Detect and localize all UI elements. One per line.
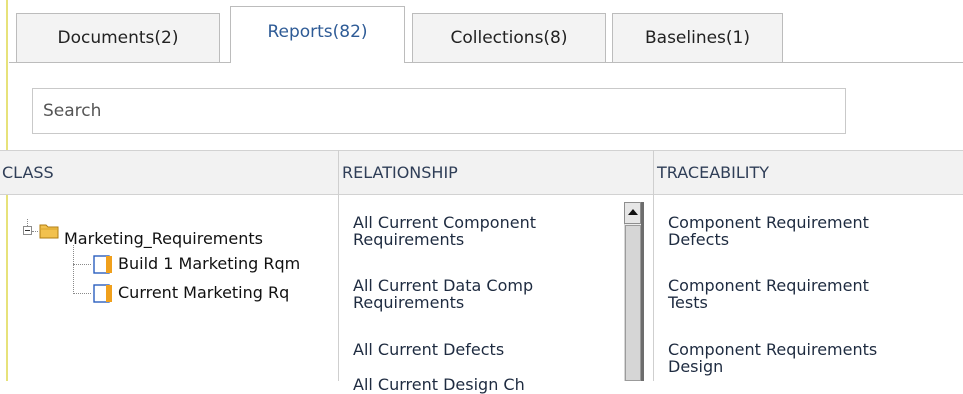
list-item[interactable]: All Current Data Comp Requirements [353, 277, 533, 311]
list-item[interactable]: Component Requirement Tests [668, 277, 869, 311]
tree-item-current-marketing[interactable]: Current Marketing Rq [118, 283, 336, 302]
report-icon [93, 255, 112, 274]
scrollbar-edge [641, 202, 644, 381]
scroll-up-arrow-icon[interactable] [624, 202, 641, 224]
tab-collections[interactable]: Collections(8) [412, 13, 606, 62]
tree-item-build-1-marketing[interactable]: Build 1 Marketing Rqm [118, 254, 336, 273]
list-item[interactable]: All Current Component Requirements [353, 214, 536, 248]
list-item[interactable]: Component Requirements Design [668, 341, 877, 375]
column-header-traceability[interactable]: TRACEABILITY [655, 150, 963, 195]
search-input[interactable] [32, 88, 846, 134]
tree-connector [32, 231, 38, 232]
tree-connector [73, 264, 91, 265]
tab-baselines[interactable]: Baselines(1) [612, 13, 783, 62]
tab-reports[interactable]: Reports(82) [230, 6, 405, 63]
tab-documents[interactable]: Documents(2) [16, 13, 220, 62]
column-header-relationship[interactable]: RELATIONSHIP [340, 150, 652, 195]
collapse-toggle-icon[interactable] [23, 226, 32, 235]
column-header-class[interactable]: CLASS [0, 150, 338, 195]
list-item[interactable]: Component Requirement Defects [668, 214, 869, 248]
scrollbar-thumb[interactable] [625, 225, 641, 381]
tree-connector [73, 245, 74, 294]
column-divider [338, 150, 339, 381]
tree-connector [27, 219, 28, 226]
tree-item-marketing-requirements[interactable]: Marketing_Requirements [64, 229, 336, 248]
folder-icon [39, 224, 59, 239]
column-divider [653, 150, 654, 381]
list-item[interactable]: All Current Defects [353, 341, 504, 358]
list-item[interactable]: All Current Design Ch [353, 376, 525, 393]
report-icon [93, 284, 112, 303]
tree-connector [73, 293, 91, 294]
tab-bar-underline [9, 62, 963, 63]
